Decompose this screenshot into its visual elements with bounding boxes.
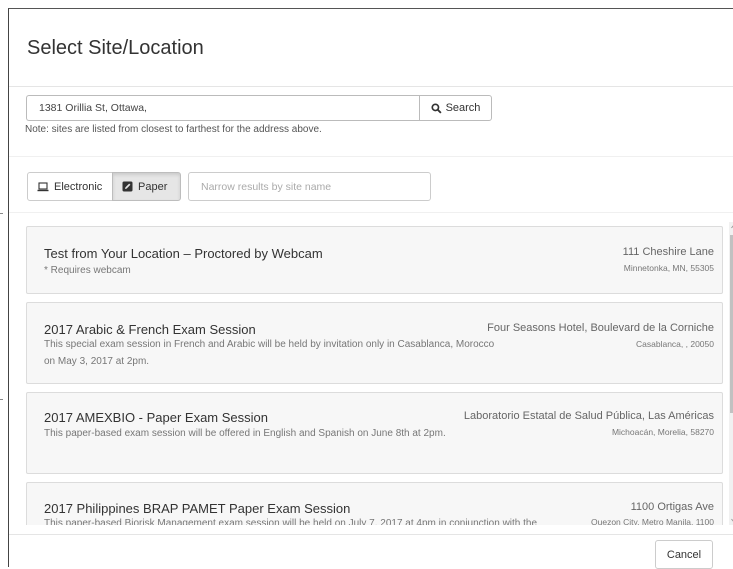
site-description: This paper-based Biorisk Management exam… xyxy=(44,518,538,525)
edge-mark xyxy=(0,399,3,400)
site-address-line1: 1100 Ortigas Ave xyxy=(630,501,714,513)
laptop-icon xyxy=(37,181,49,191)
site-address-line2: Michoacán, Morelia, 58270 xyxy=(611,427,714,437)
site-description: * Requires webcam xyxy=(44,265,131,276)
site-address-line1: 111 Cheshire Lane xyxy=(622,246,714,258)
electronic-label: Electronic xyxy=(54,180,103,193)
site-card[interactable]: 2017 Arabic & French Exam Session This s… xyxy=(26,302,723,384)
search-icon xyxy=(431,102,442,114)
site-address-line2: Quezon City, Metro Manila, 1100 xyxy=(591,517,714,525)
site-title: Test from Your Location – Proctored by W… xyxy=(44,246,323,261)
scroll-down-arrow-icon[interactable] xyxy=(729,515,733,525)
site-address-line2: Minnetonka, MN, 55305 xyxy=(623,263,714,273)
select-site-modal: Select Site/Location Search Note: sites … xyxy=(8,8,733,567)
search-button[interactable]: Search xyxy=(419,95,492,121)
cancel-button[interactable]: Cancel xyxy=(655,540,713,569)
site-title: 2017 Philippines BRAP PAMET Paper Exam S… xyxy=(44,501,351,516)
search-button-label: Search xyxy=(445,102,481,114)
paper-button[interactable]: Paper xyxy=(112,172,181,201)
address-search-group: Search xyxy=(26,95,492,121)
divider xyxy=(9,212,733,213)
exam-type-toggle: Electronic Paper xyxy=(27,172,181,201)
divider xyxy=(9,156,733,157)
site-list[interactable]: Test from Your Location – Proctored by W… xyxy=(19,222,733,525)
site-title: 2017 Arabic & French Exam Session xyxy=(44,322,256,337)
scroll-up-arrow-icon[interactable] xyxy=(729,222,733,232)
site-card[interactable]: 2017 AMEXBIO - Paper Exam Session This p… xyxy=(26,392,723,474)
modal-title: Select Site/Location xyxy=(27,37,204,59)
modal-footer xyxy=(9,534,733,535)
address-input[interactable] xyxy=(26,95,419,121)
search-note: Note: sites are listed from closest to f… xyxy=(25,124,322,135)
site-card[interactable]: Test from Your Location – Proctored by W… xyxy=(26,226,723,294)
site-address-line1: Four Seasons Hotel, Boulevard de la Corn… xyxy=(487,322,714,334)
filter-row: Electronic Paper xyxy=(27,172,431,201)
site-address-line2: Casablanca, , 20050 xyxy=(636,339,714,349)
list-scrollbar[interactable] xyxy=(729,222,733,525)
pencil-square-icon xyxy=(122,181,133,192)
paper-label: Paper xyxy=(138,180,168,193)
site-title: 2017 AMEXBIO - Paper Exam Session xyxy=(44,410,268,425)
site-description: This paper-based exam session will be of… xyxy=(44,428,446,439)
site-address-line1: Laboratorio Estatal de Salud Pública, La… xyxy=(463,410,714,422)
narrow-results-input[interactable] xyxy=(188,172,431,201)
site-card[interactable]: 2017 Philippines BRAP PAMET Paper Exam S… xyxy=(26,482,723,525)
modal-header: Select Site/Location xyxy=(9,9,733,87)
edge-mark xyxy=(0,213,3,214)
site-description: This special exam session in French and … xyxy=(44,339,495,367)
electronic-button[interactable]: Electronic xyxy=(27,172,113,201)
